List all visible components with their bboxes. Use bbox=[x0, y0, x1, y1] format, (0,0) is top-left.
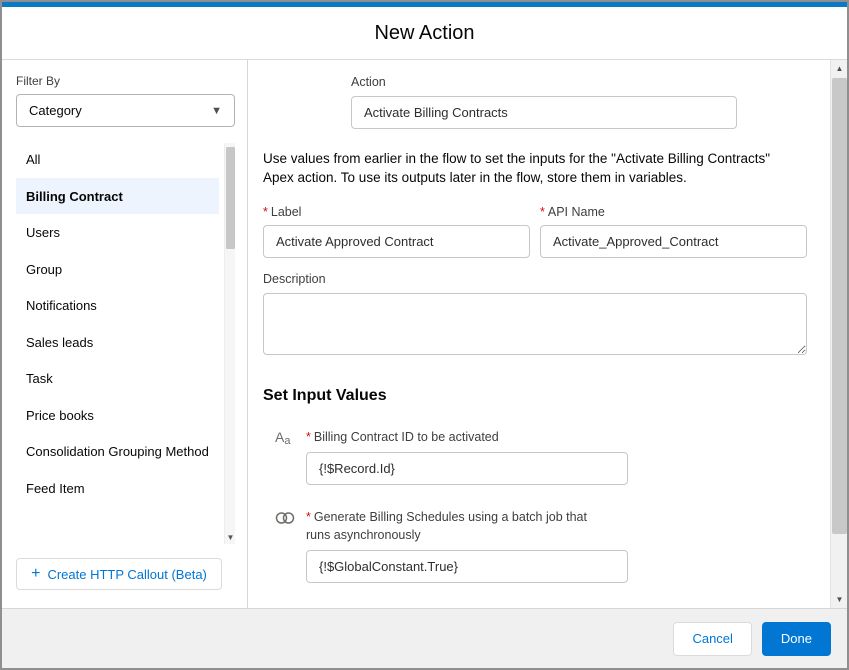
action-input[interactable] bbox=[351, 96, 737, 129]
api-name-field-label: *API Name bbox=[540, 204, 807, 222]
required-marker: * bbox=[306, 430, 311, 444]
set-input-values-heading: Set Input Values bbox=[263, 387, 807, 405]
modal-header: New Action bbox=[2, 7, 847, 60]
category-item-users[interactable]: Users bbox=[16, 214, 219, 251]
label-field-label-text: Label bbox=[271, 205, 302, 219]
sidebar-scrollbar-thumb[interactable] bbox=[226, 147, 235, 249]
category-item-billing-contract[interactable]: Billing Contract bbox=[16, 178, 219, 215]
sidebar-scroll-down-icon[interactable]: ▼ bbox=[225, 532, 236, 544]
category-item-all[interactable]: All bbox=[16, 141, 219, 178]
description-textarea[interactable] bbox=[263, 293, 807, 355]
category-item-group[interactable]: Group bbox=[16, 251, 219, 288]
required-marker: * bbox=[540, 205, 545, 219]
generate-schedules-field: *Generate Billing Schedules using a batc… bbox=[306, 508, 628, 583]
billing-contract-id-label: *Billing Contract ID to be activated bbox=[306, 428, 606, 446]
input-value-row-billing-contract-id: Aa *Billing Contract ID to be activated bbox=[275, 428, 807, 485]
input-value-row-generate-schedules: *Generate Billing Schedules using a batc… bbox=[275, 508, 807, 583]
category-dropdown-value: Category bbox=[29, 103, 82, 118]
text-type-icon: Aa bbox=[275, 428, 297, 485]
category-sidebar: Filter By Category ▼ All Billing Contrac… bbox=[2, 60, 248, 608]
description-field: Description bbox=[263, 271, 807, 360]
generate-schedules-label-text: Generate Billing Schedules using a batch… bbox=[306, 510, 587, 542]
category-item-price-books[interactable]: Price books bbox=[16, 397, 219, 434]
category-item-task[interactable]: Task bbox=[16, 360, 219, 397]
main-scrollbar[interactable]: ▲ ▼ bbox=[830, 60, 847, 608]
billing-contract-id-input[interactable] bbox=[306, 452, 628, 485]
create-http-callout-label: Create HTTP Callout (Beta) bbox=[47, 567, 206, 582]
cancel-button[interactable]: Cancel bbox=[673, 622, 751, 656]
scroll-down-icon[interactable]: ▼ bbox=[831, 591, 848, 608]
done-button[interactable]: Done bbox=[762, 622, 831, 656]
required-marker: * bbox=[263, 205, 268, 219]
action-config-panel: Action Use values from earlier in the fl… bbox=[248, 60, 847, 608]
label-api-row: *Label *API Name bbox=[263, 204, 807, 259]
label-field-label: *Label bbox=[263, 204, 530, 222]
category-item-feed-item[interactable]: Feed Item bbox=[16, 470, 219, 507]
chevron-down-icon: ▼ bbox=[211, 105, 222, 117]
main-scrollbar-thumb[interactable] bbox=[832, 78, 847, 534]
api-name-field: *API Name bbox=[540, 204, 807, 259]
api-name-input[interactable] bbox=[540, 225, 807, 258]
generate-schedules-input[interactable] bbox=[306, 550, 628, 583]
billing-contract-id-label-text: Billing Contract ID to be activated bbox=[314, 430, 499, 444]
sidebar-scrollbar[interactable]: ▼ bbox=[224, 143, 235, 544]
boolean-type-icon bbox=[275, 508, 297, 583]
required-marker: * bbox=[306, 510, 311, 524]
intro-text: Use values from earlier in the flow to s… bbox=[263, 149, 803, 188]
category-item-sales-leads[interactable]: Sales leads bbox=[16, 324, 219, 361]
billing-contract-id-field: *Billing Contract ID to be activated bbox=[306, 428, 628, 485]
plus-icon: + bbox=[31, 566, 40, 582]
scroll-up-icon[interactable]: ▲ bbox=[831, 60, 848, 77]
generate-schedules-label: *Generate Billing Schedules using a batc… bbox=[306, 508, 606, 544]
category-list: All Billing Contract Users Group Notific… bbox=[16, 141, 235, 544]
new-action-modal: New Action Filter By Category ▼ All Bill… bbox=[0, 0, 849, 670]
text-type-icon-small: a bbox=[284, 435, 290, 447]
modal-footer: Cancel Done bbox=[2, 608, 847, 668]
category-item-consolidation-grouping-method[interactable]: Consolidation Grouping Method bbox=[16, 433, 219, 470]
label-field: *Label bbox=[263, 204, 530, 259]
text-type-icon-big: A bbox=[275, 429, 284, 445]
filter-by-label: Filter By bbox=[16, 74, 235, 88]
category-dropdown[interactable]: Category ▼ bbox=[16, 94, 235, 127]
category-item-notifications[interactable]: Notifications bbox=[16, 287, 219, 324]
description-label: Description bbox=[263, 271, 807, 289]
label-input[interactable] bbox=[263, 225, 530, 258]
modal-title: New Action bbox=[2, 22, 847, 45]
action-label: Action bbox=[351, 74, 737, 92]
create-http-callout-button[interactable]: + Create HTTP Callout (Beta) bbox=[16, 558, 222, 590]
action-field: Action bbox=[351, 74, 737, 129]
modal-body: Filter By Category ▼ All Billing Contrac… bbox=[2, 60, 847, 608]
api-name-field-label-text: API Name bbox=[548, 205, 605, 219]
